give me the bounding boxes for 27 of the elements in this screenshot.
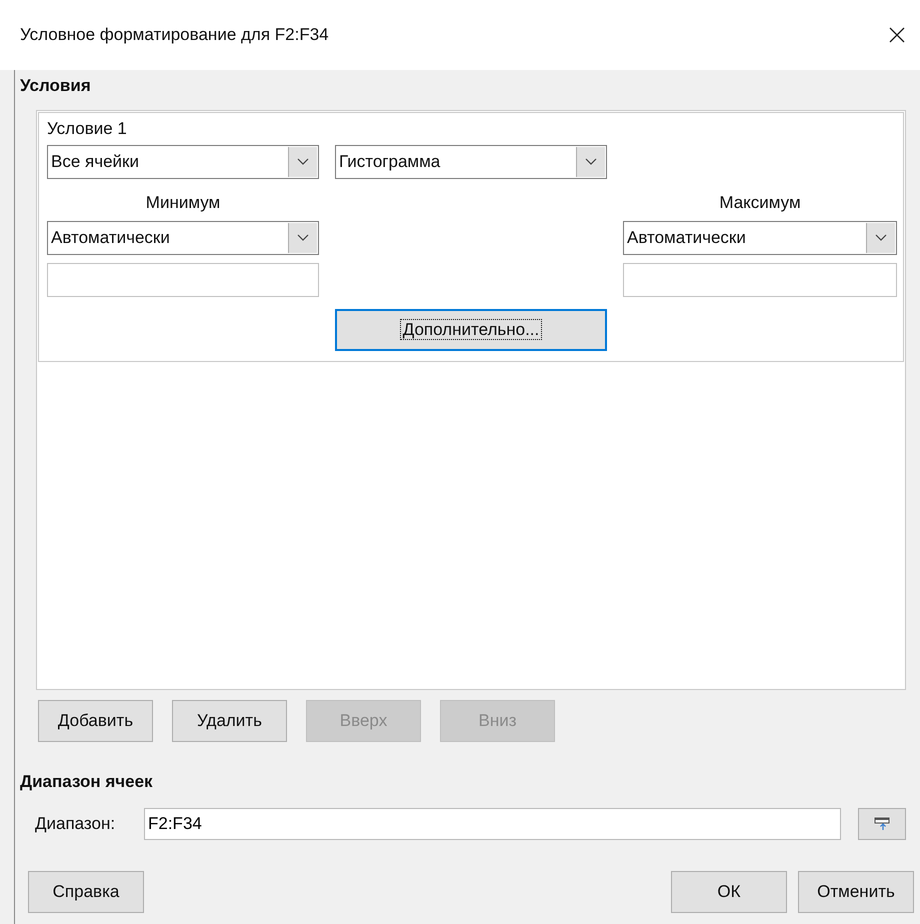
chevron-down-icon [297,234,309,242]
list-action-button[interactable]: Добавить [38,700,153,742]
field-label: Минимум [146,193,220,212]
condition-title: Условие 1 [47,119,127,139]
dialog-button[interactable]: ОК [671,871,787,913]
dialog-button[interactable]: Отменить [798,871,914,913]
more-options-button[interactable]: Дополнительно... [335,309,607,351]
input-field[interactable] [623,263,897,297]
range-field[interactable]: F2:F34 [144,808,841,840]
chevron-down-icon [297,158,309,166]
shrink-button[interactable] [858,808,906,840]
close-icon [889,27,905,43]
chevron-down-icon [585,158,597,166]
section-heading: Условия [20,76,92,97]
dropdown[interactable]: Автоматически [47,221,319,255]
dropdown[interactable]: Гистограмма [335,145,607,179]
chevron-down-icon [875,234,887,242]
dropdown[interactable]: Все ячейки [47,145,319,179]
list-action-button[interactable]: Удалить [172,700,287,742]
window-title: Условное форматирование для F2:F34 [20,25,329,45]
input-field[interactable] [47,263,319,297]
field-label: Диапазон: [35,814,116,834]
field-label: Максимум [719,193,801,212]
section-heading: Диапазон ячеек [20,772,154,793]
help-button[interactable]: Справка [28,871,144,913]
shrink-dialog-icon [874,817,890,831]
dropdown[interactable]: Автоматически [623,221,897,255]
